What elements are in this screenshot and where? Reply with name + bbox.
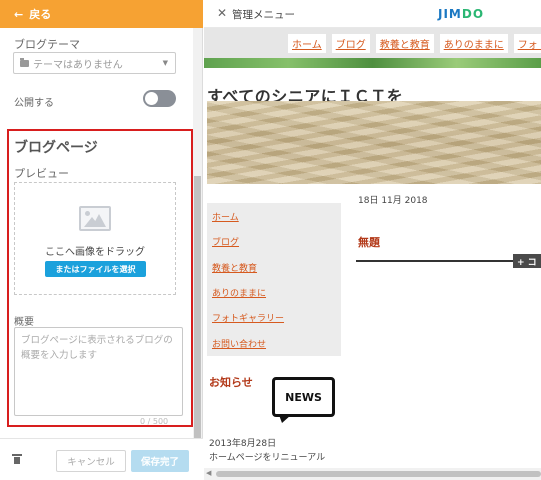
sidebar-item-photo-gallery[interactable]: フォトギャラリー bbox=[212, 311, 284, 324]
preview-label: プレビュー bbox=[14, 167, 69, 180]
scroll-left-arrow-icon[interactable]: ◀ bbox=[206, 469, 211, 477]
sidebar-item-home[interactable]: ホーム bbox=[212, 210, 239, 223]
select-file-button[interactable]: またはファイルを選択 bbox=[45, 261, 146, 277]
site-top-nav: ホーム ブログ 教養と教育 ありのままに フォト bbox=[288, 34, 541, 53]
sidebar-item-as-is[interactable]: ありのままに bbox=[212, 286, 266, 299]
summary-label: 概要 bbox=[14, 317, 34, 328]
site-sidebar-nav bbox=[207, 203, 341, 356]
sidebar-item-blog[interactable]: ブログ bbox=[212, 235, 239, 248]
news-date: 2013年8月28日 bbox=[209, 439, 277, 449]
news-text: ホームページをリニューアル bbox=[209, 453, 326, 463]
char-count: 0 / 500 bbox=[140, 417, 169, 426]
trash-icon[interactable] bbox=[12, 454, 22, 464]
admin-menu-label[interactable]: 管理メニュー bbox=[232, 7, 295, 22]
header-image-strip bbox=[204, 58, 541, 68]
add-content-button[interactable]: + コ bbox=[513, 254, 541, 268]
news-heading: お知らせ bbox=[209, 376, 253, 389]
drag-image-text: ここへ画像をドラッグ bbox=[45, 247, 145, 258]
back-button[interactable]: ← 戻る bbox=[0, 0, 203, 28]
blog-theme-label: ブログテーマ bbox=[14, 38, 80, 51]
panel-scrollbar-thumb[interactable] bbox=[194, 176, 201, 438]
nav-item-photo[interactable]: フォト bbox=[513, 34, 541, 53]
folder-icon bbox=[20, 57, 29, 67]
blog-page-title: ブログページ bbox=[14, 140, 98, 156]
header-sand-image[interactable] bbox=[207, 101, 541, 184]
nav-item-blog[interactable]: ブログ bbox=[331, 34, 370, 53]
close-icon[interactable]: ✕ bbox=[217, 6, 227, 20]
nav-item-as-is[interactable]: ありのままに bbox=[439, 34, 508, 53]
blog-theme-select[interactable]: テーマはありません ▼ bbox=[13, 52, 176, 74]
toggle-knob bbox=[145, 92, 158, 105]
image-icon bbox=[79, 206, 111, 231]
back-label: 戻る bbox=[29, 8, 52, 21]
jimdo-logo: JIM DO bbox=[438, 7, 485, 21]
image-dropzone[interactable] bbox=[14, 182, 176, 295]
cancel-button[interactable]: キャンセル bbox=[56, 450, 126, 472]
nav-item-education[interactable]: 教養と教育 bbox=[375, 34, 434, 53]
save-button[interactable]: 保存完了 bbox=[131, 450, 189, 472]
post-title[interactable]: 無題 bbox=[358, 234, 380, 250]
back-arrow-icon: ← bbox=[14, 7, 24, 21]
post-date: 18日 11月 2018 bbox=[358, 196, 428, 206]
chevron-down-icon: ▼ bbox=[162, 59, 168, 67]
summary-textarea[interactable]: ブログページに表示されるブログの概要を入力します bbox=[14, 327, 183, 416]
sidebar-item-contact[interactable]: お問い合わせ bbox=[212, 337, 266, 350]
sidebar-item-education[interactable]: 教養と教育 bbox=[212, 261, 257, 274]
publish-label: 公開する bbox=[14, 98, 54, 109]
horizontal-scrollbar-thumb[interactable] bbox=[216, 471, 541, 477]
blog-theme-value: テーマはありません bbox=[33, 59, 123, 71]
nav-item-home[interactable]: ホーム bbox=[288, 34, 326, 53]
publish-toggle[interactable] bbox=[143, 90, 176, 107]
news-speech-bubble-icon: NEWS bbox=[272, 377, 335, 423]
